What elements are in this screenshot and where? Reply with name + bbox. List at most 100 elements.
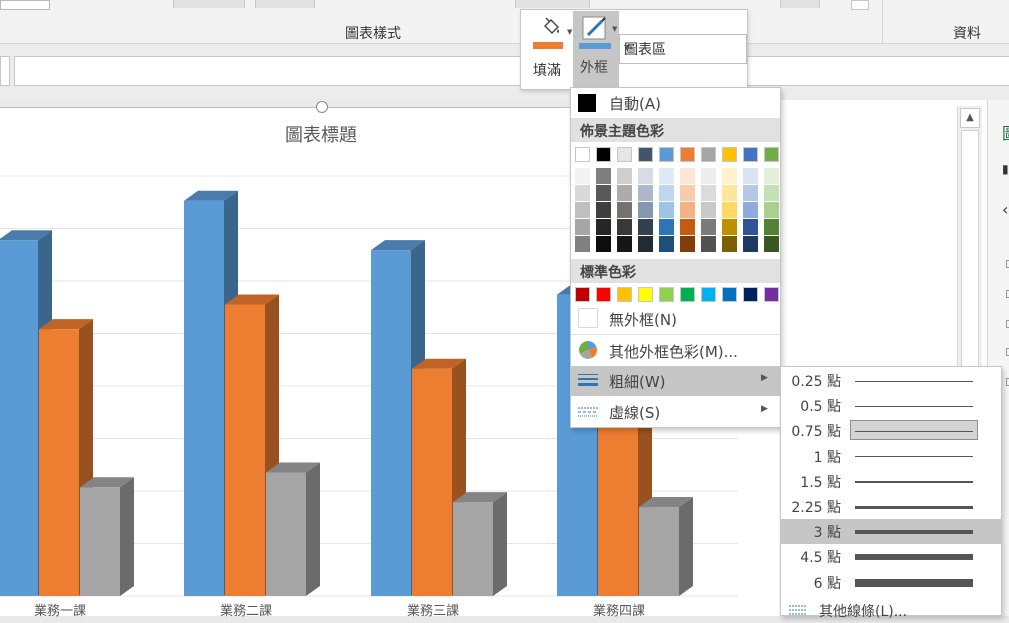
theme-color-swatch[interactable] [659, 147, 674, 162]
theme-color-swatch[interactable] [743, 147, 758, 162]
standard-color-swatch[interactable] [617, 287, 632, 302]
outline-button[interactable]: ▼ 外框 [573, 11, 619, 89]
theme-shade-swatch[interactable] [680, 185, 695, 201]
theme-shade-swatch[interactable] [722, 185, 737, 201]
theme-shade-swatch[interactable] [764, 202, 779, 218]
theme-shade-swatch[interactable] [638, 185, 653, 201]
gallery-more-button[interactable] [851, 0, 869, 10]
theme-shade-swatch[interactable] [743, 219, 758, 235]
weight-option[interactable]: 0.25 點 [781, 368, 1001, 393]
weight-option[interactable]: 0.75 點 [781, 418, 1001, 443]
menu-item-dashes[interactable]: 虛線(S) ▶ [571, 397, 780, 427]
style-gallery-thumb[interactable] [0, 0, 50, 10]
theme-shade-swatch[interactable] [722, 168, 737, 184]
standard-color-swatch[interactable] [701, 287, 716, 302]
theme-shade-swatch[interactable] [764, 185, 779, 201]
theme-shade-swatch[interactable] [617, 236, 632, 252]
theme-shade-swatch[interactable] [701, 185, 716, 201]
weight-option[interactable]: 3 點 [781, 519, 1001, 545]
standard-color-swatch[interactable] [764, 287, 779, 302]
theme-shade-swatch[interactable] [764, 236, 779, 252]
theme-shade-swatch[interactable] [743, 168, 758, 184]
theme-shade-swatch[interactable] [659, 236, 674, 252]
chart-title[interactable]: 圖表標題 [285, 121, 357, 147]
theme-shade-swatch[interactable] [701, 236, 716, 252]
theme-color-swatch[interactable] [638, 147, 653, 162]
theme-shade-swatch[interactable] [701, 202, 716, 218]
menu-item-weight[interactable]: 粗細(W) ▶ [571, 366, 780, 396]
theme-color-swatch[interactable] [617, 147, 632, 162]
menu-item-no-outline[interactable]: 無外框(N) [571, 304, 780, 334]
theme-shade-swatch[interactable] [596, 219, 611, 235]
weight-option[interactable]: 6 點 [781, 570, 1001, 595]
theme-shade-swatch[interactable] [722, 236, 737, 252]
theme-color-swatch[interactable] [722, 147, 737, 162]
standard-color-swatch[interactable] [575, 287, 590, 302]
theme-color-swatch[interactable] [701, 147, 716, 162]
theme-shade-swatch[interactable] [575, 168, 590, 184]
theme-shade-swatch[interactable] [638, 168, 653, 184]
menu-item-more-colors[interactable]: 其他外框色彩(M)... [571, 336, 780, 366]
theme-shade-swatch[interactable] [617, 185, 632, 201]
chevron-left-icon[interactable]: ‹ [1002, 200, 1008, 219]
standard-color-swatch[interactable] [659, 287, 674, 302]
standard-color-swatch[interactable] [722, 287, 737, 302]
name-box[interactable] [0, 56, 10, 86]
chart-style-thumb[interactable] [780, 0, 820, 8]
fill-button[interactable]: ▼ 填滿 [527, 14, 572, 86]
theme-shade-swatch[interactable] [701, 219, 716, 235]
theme-shade-swatch[interactable] [596, 202, 611, 218]
theme-shade-swatch[interactable] [596, 168, 611, 184]
outline-dropdown-arrow[interactable]: ▼ [612, 25, 617, 33]
weight-option[interactable]: 4.5 點 [781, 544, 1001, 569]
theme-shade-swatch[interactable] [659, 202, 674, 218]
theme-shade-swatch[interactable] [575, 202, 590, 218]
chart-style-thumb[interactable] [515, 0, 590, 8]
theme-shade-swatch[interactable] [764, 168, 779, 184]
weight-option[interactable]: 1 點 [781, 444, 1001, 469]
scroll-thumb[interactable] [961, 130, 979, 370]
standard-color-swatch[interactable] [743, 287, 758, 302]
theme-shade-swatch[interactable] [659, 185, 674, 201]
chevron-down-icon[interactable]: ▼ [624, 43, 742, 52]
standard-color-swatch[interactable] [638, 287, 653, 302]
theme-shade-swatch[interactable] [743, 236, 758, 252]
theme-shade-swatch[interactable] [701, 168, 716, 184]
theme-shade-swatch[interactable] [722, 202, 737, 218]
theme-shade-swatch[interactable] [680, 236, 695, 252]
theme-shade-swatch[interactable] [617, 202, 632, 218]
theme-shade-swatch[interactable] [680, 168, 695, 184]
theme-shade-swatch[interactable] [617, 168, 632, 184]
standard-color-swatch[interactable] [680, 287, 695, 302]
fill-dropdown-arrow[interactable]: ▼ [567, 28, 572, 36]
weight-option[interactable]: 0.5 點 [781, 393, 1001, 418]
theme-color-swatch[interactable] [764, 147, 779, 162]
theme-shade-swatch[interactable] [680, 219, 695, 235]
resize-handle[interactable] [316, 101, 328, 113]
theme-shade-swatch[interactable] [575, 219, 590, 235]
theme-shade-swatch[interactable] [638, 219, 653, 235]
theme-shade-swatch[interactable] [638, 202, 653, 218]
menu-item-more-lines[interactable]: 其他線條(L)... [781, 598, 1001, 623]
theme-shade-swatch[interactable] [659, 168, 674, 184]
weight-option[interactable]: 2.25 點 [781, 494, 1001, 519]
theme-shade-swatch[interactable] [764, 219, 779, 235]
theme-shade-swatch[interactable] [743, 202, 758, 218]
theme-shade-swatch[interactable] [575, 236, 590, 252]
theme-color-swatch[interactable] [596, 147, 611, 162]
theme-shade-swatch[interactable] [638, 236, 653, 252]
theme-color-swatch[interactable] [680, 147, 695, 162]
theme-shade-swatch[interactable] [596, 185, 611, 201]
theme-shade-swatch[interactable] [659, 219, 674, 235]
weight-option[interactable]: 1.5 點 [781, 469, 1001, 494]
theme-shade-swatch[interactable] [722, 219, 737, 235]
theme-shade-swatch[interactable] [680, 202, 695, 218]
formula-input[interactable] [14, 56, 1009, 86]
chart-style-thumb[interactable] [173, 0, 245, 8]
standard-color-swatch[interactable] [596, 287, 611, 302]
theme-shade-swatch[interactable] [596, 236, 611, 252]
menu-item-auto[interactable]: 自動(A) [571, 88, 780, 118]
theme-shade-swatch[interactable] [743, 185, 758, 201]
scroll-up-button[interactable]: ▲ [960, 108, 980, 128]
theme-shade-swatch[interactable] [575, 185, 590, 201]
